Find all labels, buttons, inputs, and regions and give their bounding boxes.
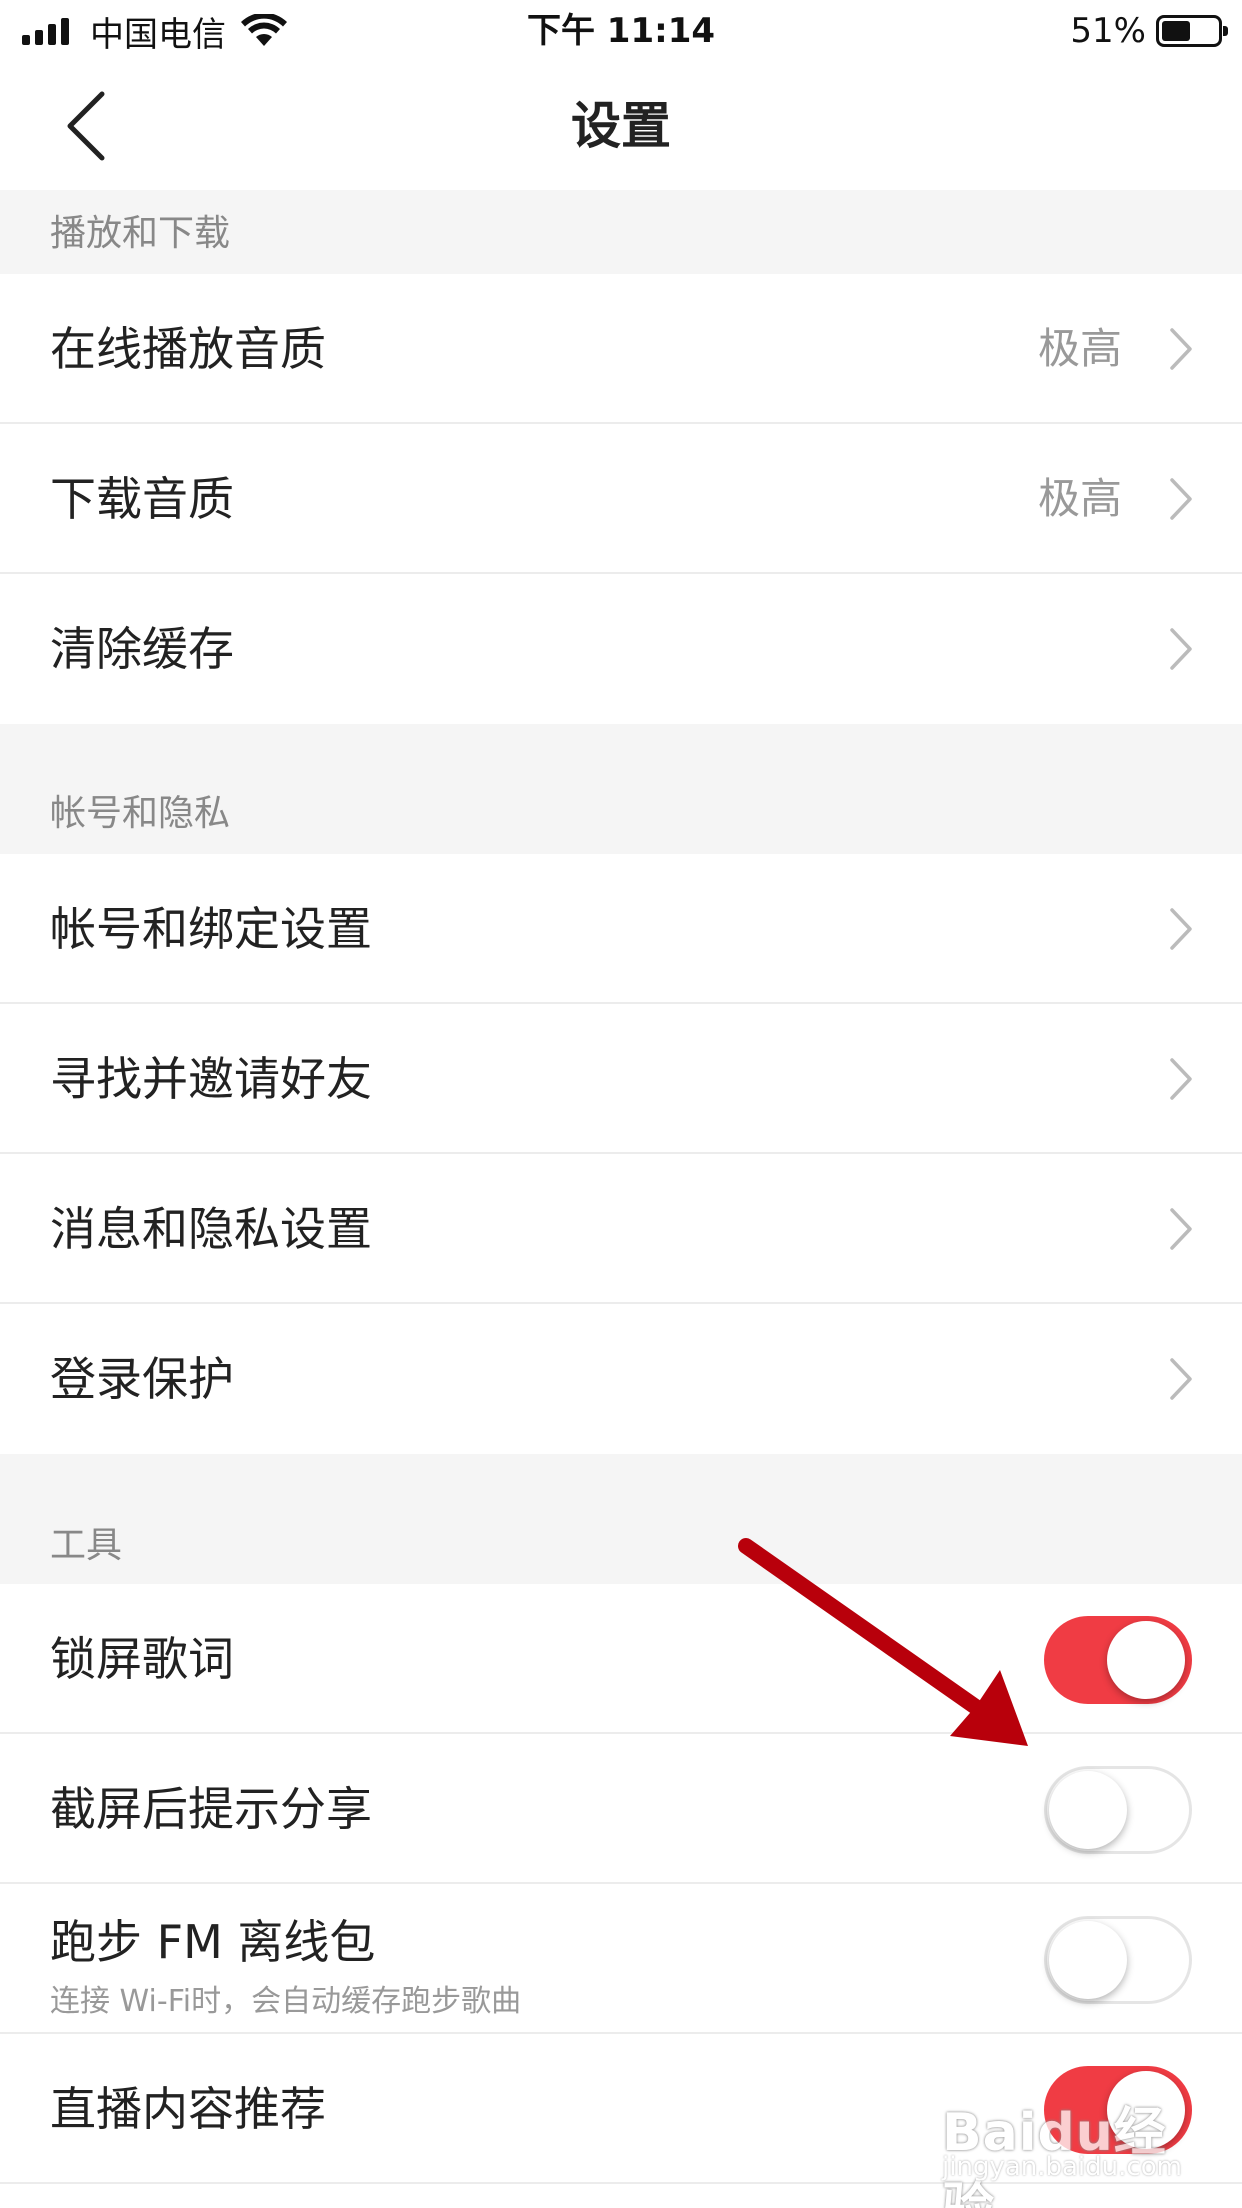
section-header-label: 工具 — [50, 1525, 123, 1566]
baidu-watermark: Baidu经验 jingyan.baidu.com — [942, 2090, 1182, 2208]
chevron-right-icon — [1170, 1208, 1192, 1250]
toggle-knob — [1107, 1621, 1185, 1699]
chevron-right-icon — [1170, 908, 1192, 950]
row-account-binding[interactable]: 帐号和绑定设置 — [0, 854, 1242, 1004]
row-sublabel: 连接 Wi-Fi时，会自动缓存跑步歌曲 — [50, 1984, 522, 2019]
status-time: 下午 11:14 — [526, 11, 716, 51]
row-label: 跑步 FM 离线包 — [50, 1915, 376, 1969]
row-label: 帐号和绑定设置 — [50, 902, 372, 956]
toggle-knob — [1049, 1771, 1127, 1849]
battery-fill — [1162, 21, 1190, 41]
watermark-brand: Baidu经验 — [942, 2103, 1167, 2208]
row-label: 直播内容推荐 — [50, 2082, 326, 2136]
chevron-right-icon — [1170, 328, 1192, 370]
battery-icon — [1156, 15, 1228, 47]
nav-bar: 设置 — [0, 62, 1242, 190]
page-title: 设置 — [571, 97, 671, 155]
row-label: 在线播放音质 — [50, 322, 326, 376]
watermark-url: jingyan.baidu.com — [942, 2152, 1182, 2182]
row-running-fm: 跑步 FM 离线包 连接 Wi-Fi时，会自动缓存跑步歌曲 — [0, 1884, 1242, 2034]
row-download-quality[interactable]: 下载音质 极高 — [0, 424, 1242, 574]
status-right: 51% — [1070, 8, 1228, 54]
section-header-playback: 播放和下载 — [0, 190, 1242, 274]
row-login-protection[interactable]: 登录保护 — [0, 1304, 1242, 1454]
battery-percent: 51% — [1070, 11, 1146, 51]
row-label: 消息和隐私设置 — [50, 1202, 372, 1256]
chevron-right-icon — [1170, 478, 1192, 520]
section-header-tools: 工具 — [0, 1454, 1242, 1584]
section-header-label: 播放和下载 — [50, 213, 231, 254]
lockscreen-lyrics-toggle[interactable] — [1044, 1616, 1192, 1704]
row-label: 截屏后提示分享 — [50, 1782, 372, 1836]
row-label: 锁屏歌词 — [50, 1632, 234, 1686]
row-screenshot-share: 截屏后提示分享 — [0, 1734, 1242, 1884]
row-message-privacy[interactable]: 消息和隐私设置 — [0, 1154, 1242, 1304]
section-header-account: 帐号和隐私 — [0, 724, 1242, 854]
chevron-right-icon — [1170, 1358, 1192, 1400]
running-fm-toggle[interactable] — [1044, 1916, 1192, 2004]
chevron-right-icon — [1170, 628, 1192, 670]
row-value: 极高 — [1037, 474, 1122, 523]
section-header-label: 帐号和隐私 — [50, 793, 231, 834]
row-value: 极高 — [1037, 324, 1122, 373]
row-online-quality[interactable]: 在线播放音质 极高 — [0, 274, 1242, 424]
row-label: 寻找并邀请好友 — [50, 1052, 372, 1106]
row-label: 登录保护 — [50, 1352, 234, 1406]
row-clear-cache[interactable]: 清除缓存 — [0, 574, 1242, 724]
toggle-knob — [1049, 1921, 1127, 1999]
row-lockscreen-lyrics: 锁屏歌词 — [0, 1584, 1242, 1734]
row-label: 清除缓存 — [50, 622, 234, 676]
row-find-friends[interactable]: 寻找并邀请好友 — [0, 1004, 1242, 1154]
row-label: 下载音质 — [50, 472, 234, 526]
chevron-right-icon — [1170, 1058, 1192, 1100]
status-bar: 中国电信 下午 11:14 51% — [0, 0, 1242, 62]
screenshot-share-toggle[interactable] — [1044, 1766, 1192, 1854]
annotation-arrow-icon — [738, 1538, 1028, 1746]
